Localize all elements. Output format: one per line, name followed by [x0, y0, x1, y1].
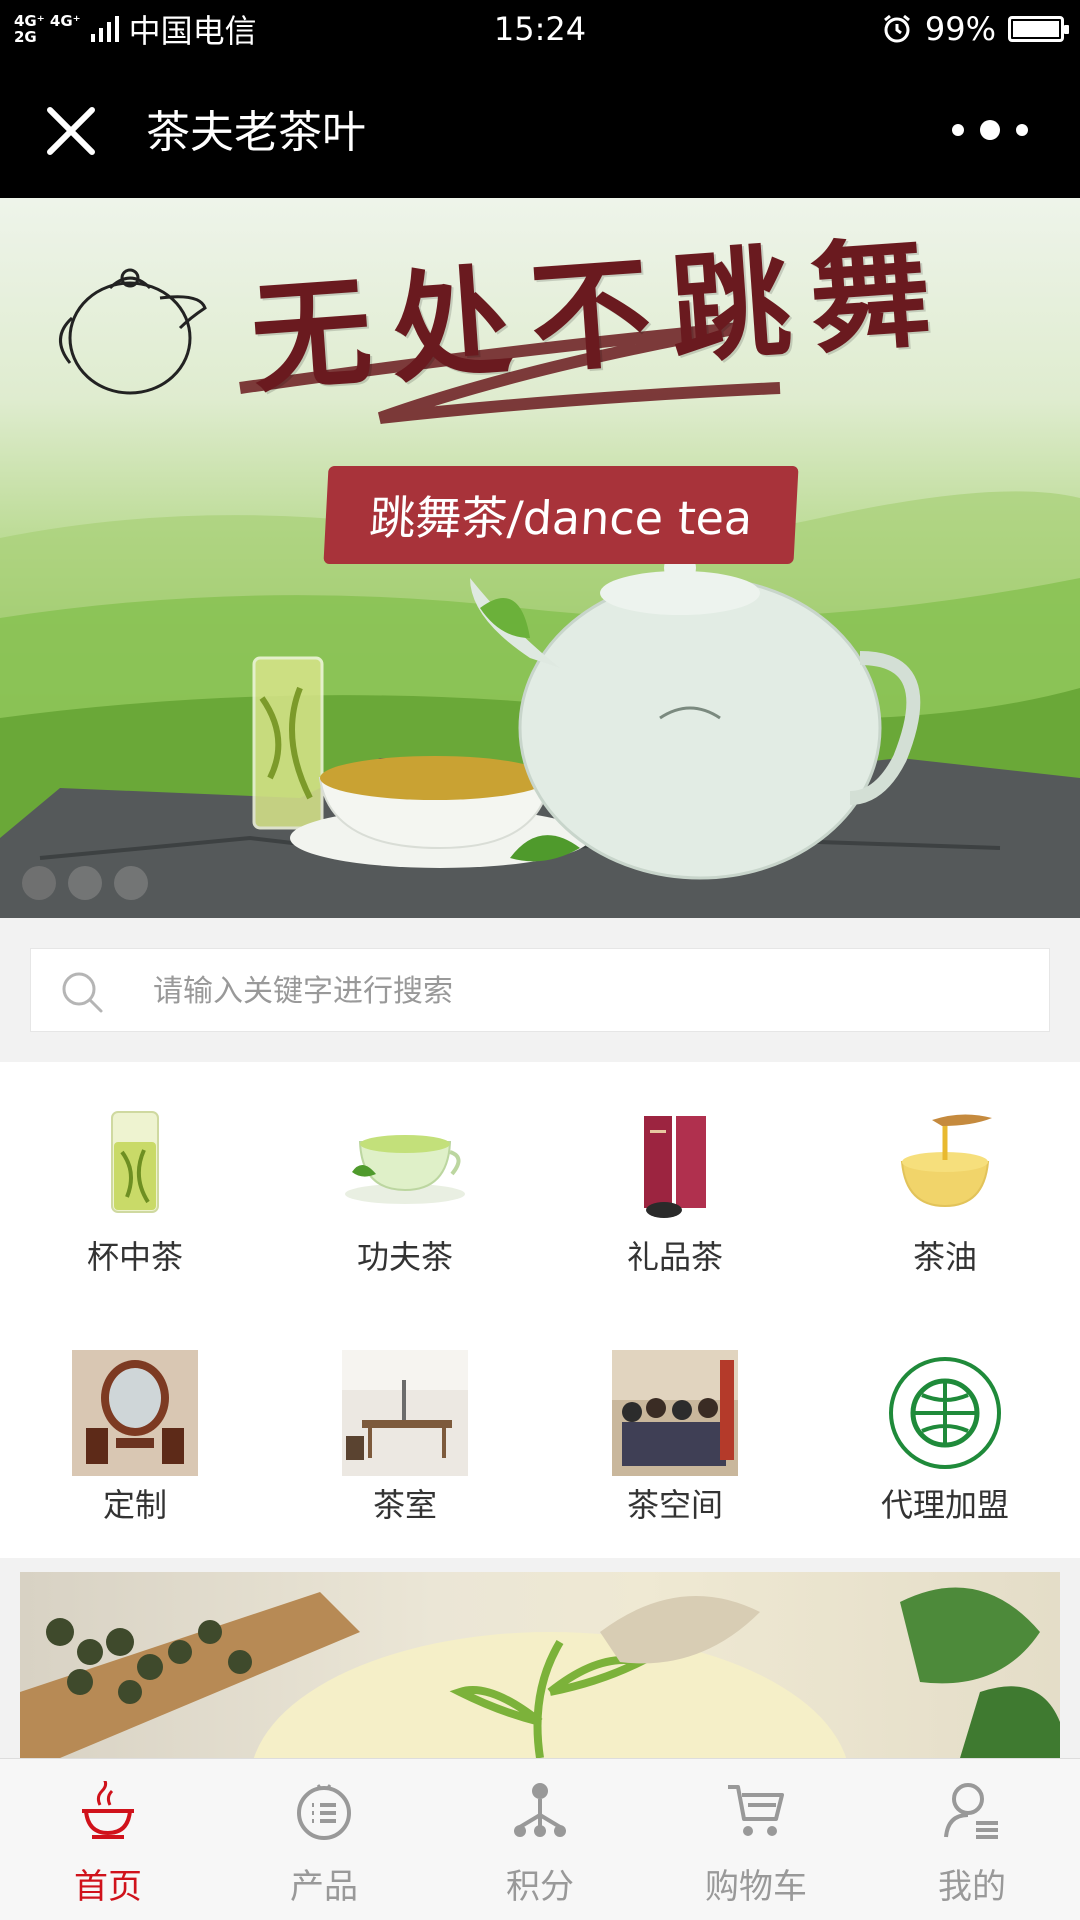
- custom-room-image: [72, 1350, 198, 1476]
- tab-label: 产品: [290, 1867, 358, 1907]
- list-icon: [297, 1784, 351, 1840]
- tab-label: 购物车: [705, 1867, 807, 1907]
- glass-tea-icon: [111, 1111, 159, 1213]
- bottom-tab-bar: 首页 产品 积分 购物车 我的: [0, 1758, 1080, 1920]
- tab-mine[interactable]: 我的: [864, 1759, 1080, 1920]
- carousel-dot[interactable]: [22, 866, 56, 900]
- search-icon: [62, 972, 103, 1013]
- category-tea-oil[interactable]: 茶油: [810, 1062, 1080, 1302]
- category-custom[interactable]: 定制: [0, 1310, 270, 1550]
- user-icon: [944, 1783, 998, 1839]
- tab-products[interactable]: 产品: [216, 1759, 432, 1920]
- tab-label: 首页: [74, 1867, 142, 1907]
- more-options-icon[interactable]: [940, 110, 1040, 150]
- mini-program-page: 4G⁺ 4G⁺ 2G 中国电信 15:24 99% 茶夫老茶叶 无处不跳舞 跳舞…: [0, 0, 1080, 1920]
- teapot-sketch: [59, 268, 207, 395]
- promo-artwork: [20, 1587, 1060, 1758]
- banner-carousel[interactable]: 无处不跳舞 跳舞茶/dance tea: [0, 198, 1080, 918]
- search-bar[interactable]: [30, 948, 1050, 1033]
- category-label: 茶室: [372, 1486, 437, 1524]
- category-label: 代理加盟: [880, 1486, 1009, 1524]
- page-title: 茶夫老茶叶: [146, 107, 366, 158]
- category-label: 茶空间: [626, 1486, 723, 1524]
- category-grid: 杯中茶 功夫茶 礼品茶 茶油 定制 茶室 茶空间 代理加盟: [0, 1062, 1080, 1558]
- category-label: 功夫茶: [356, 1238, 453, 1276]
- title-bar: 茶夫老茶叶: [0, 58, 1080, 198]
- battery-icon: [1008, 16, 1069, 42]
- category-label: 茶油: [912, 1238, 977, 1276]
- category-tea-room[interactable]: 茶室: [270, 1310, 540, 1550]
- banner-tag: 跳舞茶/dance tea: [323, 466, 799, 564]
- carousel-dots: [22, 866, 148, 900]
- tea-bowl-icon: [82, 1781, 134, 1839]
- category-cup-tea[interactable]: 杯中茶: [0, 1062, 270, 1302]
- tab-cart[interactable]: 购物车: [648, 1759, 864, 1920]
- category-kungfu-tea[interactable]: 功夫茶: [270, 1062, 540, 1302]
- status-bar: 4G⁺ 4G⁺ 2G 中国电信 15:24 99%: [0, 0, 1080, 58]
- search-input[interactable]: [153, 949, 1013, 1033]
- category-label: 杯中茶: [86, 1238, 183, 1276]
- tea-space-image: [612, 1350, 738, 1476]
- organic-logo-icon: [889, 1357, 1001, 1469]
- battery-percent: 99%: [924, 10, 996, 48]
- tab-home[interactable]: 首页: [0, 1759, 216, 1920]
- carousel-dot[interactable]: [68, 866, 102, 900]
- cart-icon: [728, 1785, 784, 1836]
- gift-box-icon: [644, 1116, 706, 1218]
- tea-room-image: [342, 1350, 468, 1476]
- close-icon[interactable]: [40, 100, 102, 162]
- alarm-icon: [883, 14, 910, 43]
- promo-banner[interactable]: [20, 1572, 1060, 1758]
- tab-points[interactable]: 积分: [432, 1759, 648, 1920]
- oil-bowl-icon: [900, 1114, 992, 1208]
- category-label: 礼品茶: [626, 1238, 723, 1276]
- category-label: 定制: [102, 1486, 167, 1524]
- category-gift-tea[interactable]: 礼品茶: [540, 1062, 810, 1302]
- category-franchise[interactable]: 代理加盟: [810, 1310, 1080, 1550]
- tree-icon: [514, 1783, 566, 1837]
- tab-label: 积分: [506, 1867, 574, 1907]
- carousel-dot[interactable]: [114, 866, 148, 900]
- tea-cup-icon: [345, 1135, 465, 1204]
- search-section: [0, 918, 1080, 1062]
- tab-label: 我的: [938, 1867, 1006, 1907]
- category-tea-space[interactable]: 茶空间: [540, 1310, 810, 1550]
